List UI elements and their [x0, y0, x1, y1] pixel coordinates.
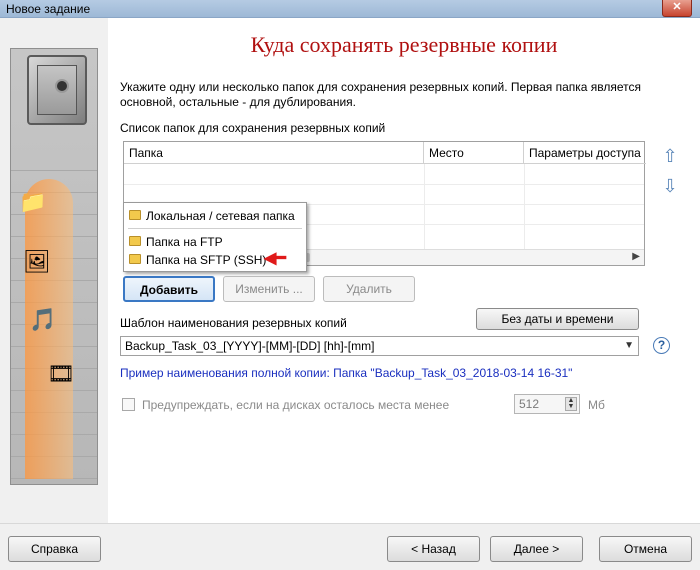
disk-space-spinner[interactable]: 512 ▲ ▼ [514, 394, 580, 414]
ftp-folder-icon [129, 236, 141, 246]
page-title: Куда сохранять резервные копии [250, 32, 558, 57]
safe-dial [55, 79, 69, 93]
red-arrow-annotation-icon: ◀━ [264, 250, 286, 267]
scroll-right-icon[interactable]: ▶ [632, 251, 640, 262]
description-text: Укажите одну или несколько папок для сох… [120, 80, 642, 109]
menu-item-label: Локальная / сетевая папка [146, 209, 295, 223]
folder-icon: 📁 [19, 189, 47, 214]
add-button[interactable]: Добавить [123, 276, 215, 302]
cancel-button[interactable]: Отмена [599, 536, 692, 562]
delete-button[interactable]: Удалить [323, 276, 415, 302]
chevron-down-icon[interactable]: ▼ [624, 337, 634, 355]
menu-item-label: Папка на FTP [146, 235, 223, 249]
disk-space-unit: Мб [588, 398, 605, 412]
name-template-value: Backup_Task_03_[YYYY]-[MM]-[DD] [hh]-[mm… [125, 339, 375, 353]
spinner-arrows-icon[interactable]: ▲ ▼ [565, 397, 577, 411]
folder-list-label: Список папок для сохранения резервных ко… [120, 121, 386, 135]
low-disk-warning-label: Предупреждать, если на дисках осталось м… [142, 398, 450, 412]
column-header-access[interactable]: Параметры доступа [524, 142, 646, 164]
wizard-sidebar: 📁 🖼 🎵 🎞 [10, 48, 98, 485]
window-title: Новое задание [6, 2, 91, 16]
edit-button[interactable]: Изменить ... [223, 276, 315, 302]
wizard-content: Куда сохранять резервные копии Укажите о… [108, 18, 700, 523]
move-down-icon[interactable]: ⇩ [662, 176, 678, 197]
example-name-text: Пример наименования полной копии: Папка … [120, 366, 573, 380]
window-body: 📁 🖼 🎵 🎞 Куда сохранять резервные копии У… [0, 18, 700, 570]
row-separator [124, 184, 644, 185]
help-button[interactable]: Справка [8, 536, 101, 562]
sftp-folder-icon [129, 254, 141, 264]
column-separator [524, 164, 525, 250]
help-icon[interactable]: ? [653, 337, 670, 354]
next-button[interactable]: Далее > [490, 536, 583, 562]
name-template-select[interactable]: Backup_Task_03_[YYYY]-[MM]-[DD] [hh]-[mm… [120, 336, 639, 356]
move-up-icon[interactable]: ⇧ [662, 146, 678, 167]
menu-item-local-folder[interactable]: Локальная / сетевая папка [128, 207, 304, 225]
dialog-button-bar: Справка < Назад Далее > Отмена [0, 523, 700, 570]
folder-icon [129, 210, 141, 220]
name-template-label: Шаблон наименования резервных копий [120, 316, 347, 330]
sidebar-row [11, 149, 97, 171]
close-button[interactable]: ✕ [662, 0, 692, 17]
column-header-location[interactable]: Место [424, 142, 524, 164]
safe-icon [27, 55, 87, 125]
low-disk-warning-checkbox[interactable] [122, 398, 135, 411]
low-disk-warning-option[interactable]: Предупреждать, если на дисках осталось м… [122, 398, 449, 412]
no-date-time-button[interactable]: Без даты и времени [476, 308, 639, 330]
menu-item-label: Папка на SFTP (SSH) [146, 253, 267, 267]
backup-wizard-window: Новое задание ✕ 📁 🖼 🎵 🎞 Куда сохранять р… [0, 0, 700, 570]
picture-icon: 🖼 [23, 249, 51, 274]
column-header-folder[interactable]: Папка [124, 142, 424, 164]
disk-space-value: 512 [519, 397, 540, 411]
music-icon: 🎵 [29, 307, 57, 332]
film-icon: 🎞 [47, 361, 75, 386]
column-separator [424, 164, 425, 250]
title-bar: Новое задание ✕ [0, 0, 700, 18]
back-button[interactable]: < Назад [387, 536, 480, 562]
menu-separator [128, 228, 302, 229]
